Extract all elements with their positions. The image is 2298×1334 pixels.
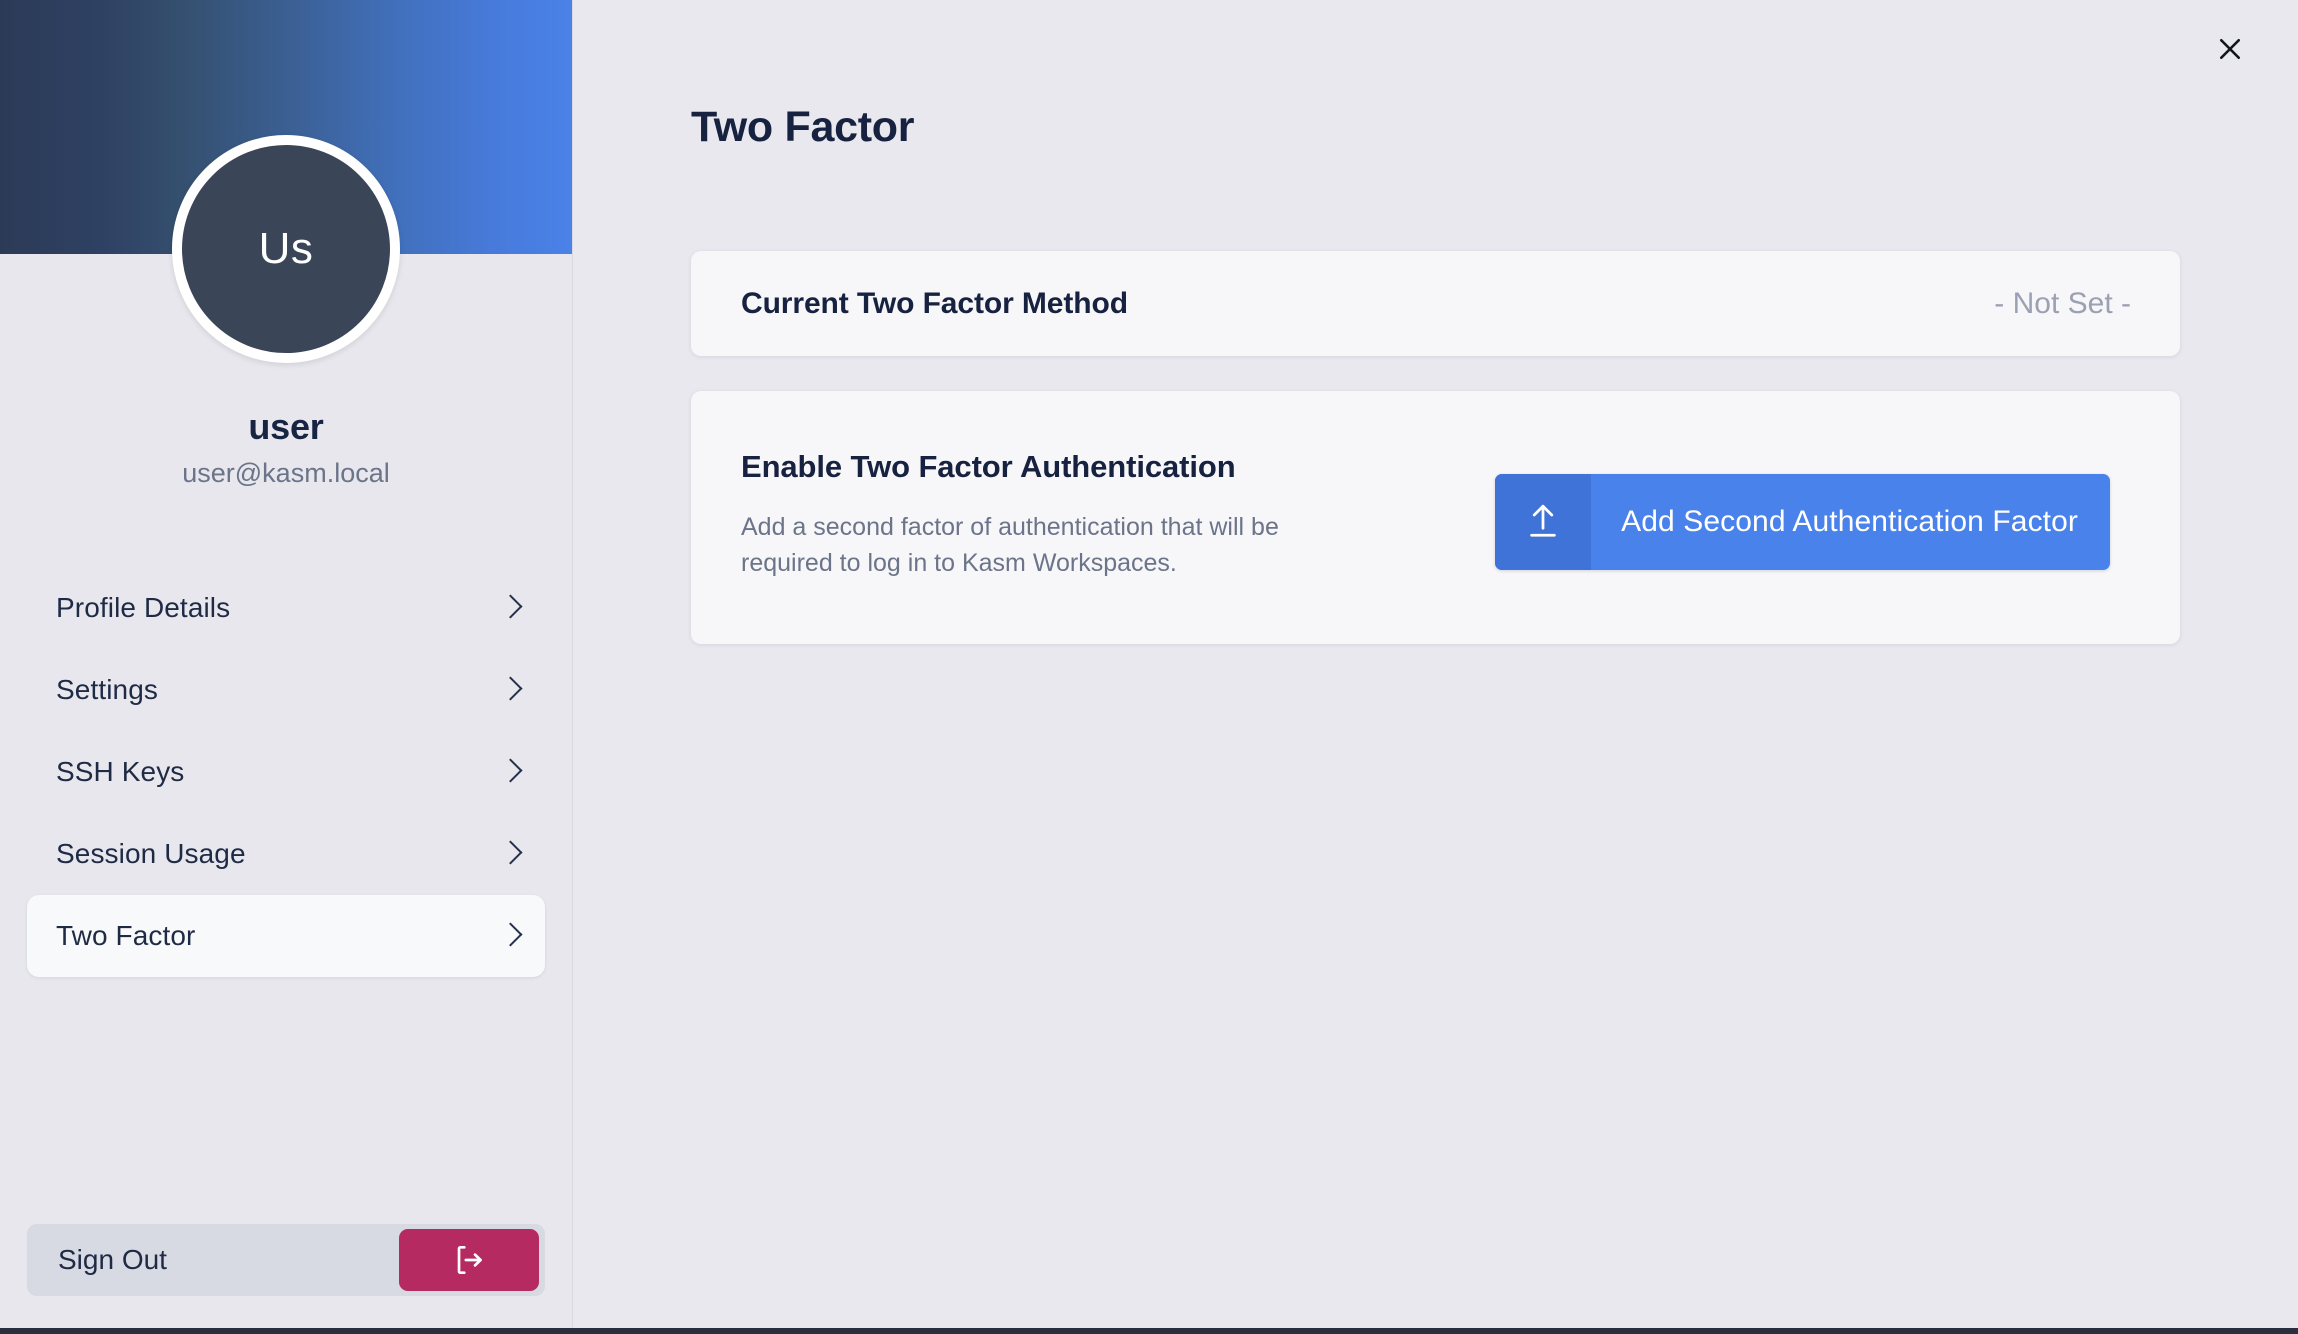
close-button[interactable] (2198, 18, 2262, 80)
sidebar-item-label: SSH Keys (56, 756, 185, 787)
user-email: user@kasm.local (182, 458, 390, 488)
sidebar-item-label: Settings (56, 674, 158, 705)
user-name: user (248, 406, 324, 447)
button-icon-section (1495, 474, 1592, 570)
chevron-right-icon (501, 675, 519, 705)
page-title: Two Factor (691, 103, 915, 151)
sign-out-row: Sign Out (27, 1224, 545, 1296)
sign-out-label: Sign Out (58, 1244, 167, 1275)
bottom-strip (0, 1328, 2298, 1334)
logout-icon (457, 1245, 482, 1275)
add-second-factor-label: Add Second Authentication Factor (1621, 505, 2078, 538)
enable-two-factor-title: Enable Two Factor Authentication (741, 449, 1236, 484)
sidebar-item-ssh-keys[interactable]: SSH Keys (27, 731, 545, 813)
sidebar-item-label: Profile Details (56, 592, 231, 623)
sidebar-item-profile-details[interactable]: Profile Details (27, 567, 545, 649)
sidebar-item-two-factor[interactable]: Two Factor (27, 895, 545, 977)
sign-out-button[interactable] (399, 1229, 539, 1291)
avatar-initials: Us (172, 135, 400, 363)
close-icon (2219, 38, 2241, 60)
sidebar-item-settings[interactable]: Settings (27, 649, 545, 731)
current-method-label: Current Two Factor Method (741, 286, 1128, 320)
sidebar-item-label: Two Factor (56, 920, 196, 951)
main-content: Two Factor Current Two Factor Method - N… (573, 0, 2298, 1334)
enable-two-factor-description: Add a second factor of authentication th… (741, 513, 1279, 577)
upload-arrow-icon (1530, 504, 1556, 537)
sidebar-gradient-header: Us (0, 0, 572, 363)
sidebar-item-label: Session Usage (56, 838, 246, 869)
profile-sidebar: Us user user@kasm.local Profile Details … (0, 0, 573, 1334)
add-second-authentication-factor-button[interactable]: Add Second Authentication Factor (1495, 474, 2110, 570)
sidebar-item-session-usage[interactable]: Session Usage (27, 813, 545, 895)
sidebar-nav: Profile Details Settings SSH Keys Sessio… (0, 567, 572, 1224)
chevron-right-icon (501, 593, 519, 623)
enable-card-text-block: Enable Two Factor Authentication Add a s… (741, 449, 1361, 581)
chevron-right-icon (501, 839, 519, 869)
avatar: Us (172, 135, 400, 363)
chevron-right-icon (501, 921, 519, 951)
two-factor-settings-page: Us user user@kasm.local Profile Details … (0, 0, 2298, 1334)
enable-two-factor-card: Enable Two Factor Authentication Add a s… (691, 391, 2180, 644)
current-two-factor-method-card: Current Two Factor Method - Not Set - (691, 251, 2180, 356)
chevron-right-icon (501, 757, 519, 787)
current-method-value: - Not Set - (1994, 286, 2131, 320)
user-identity-block: user user@kasm.local (0, 406, 572, 489)
